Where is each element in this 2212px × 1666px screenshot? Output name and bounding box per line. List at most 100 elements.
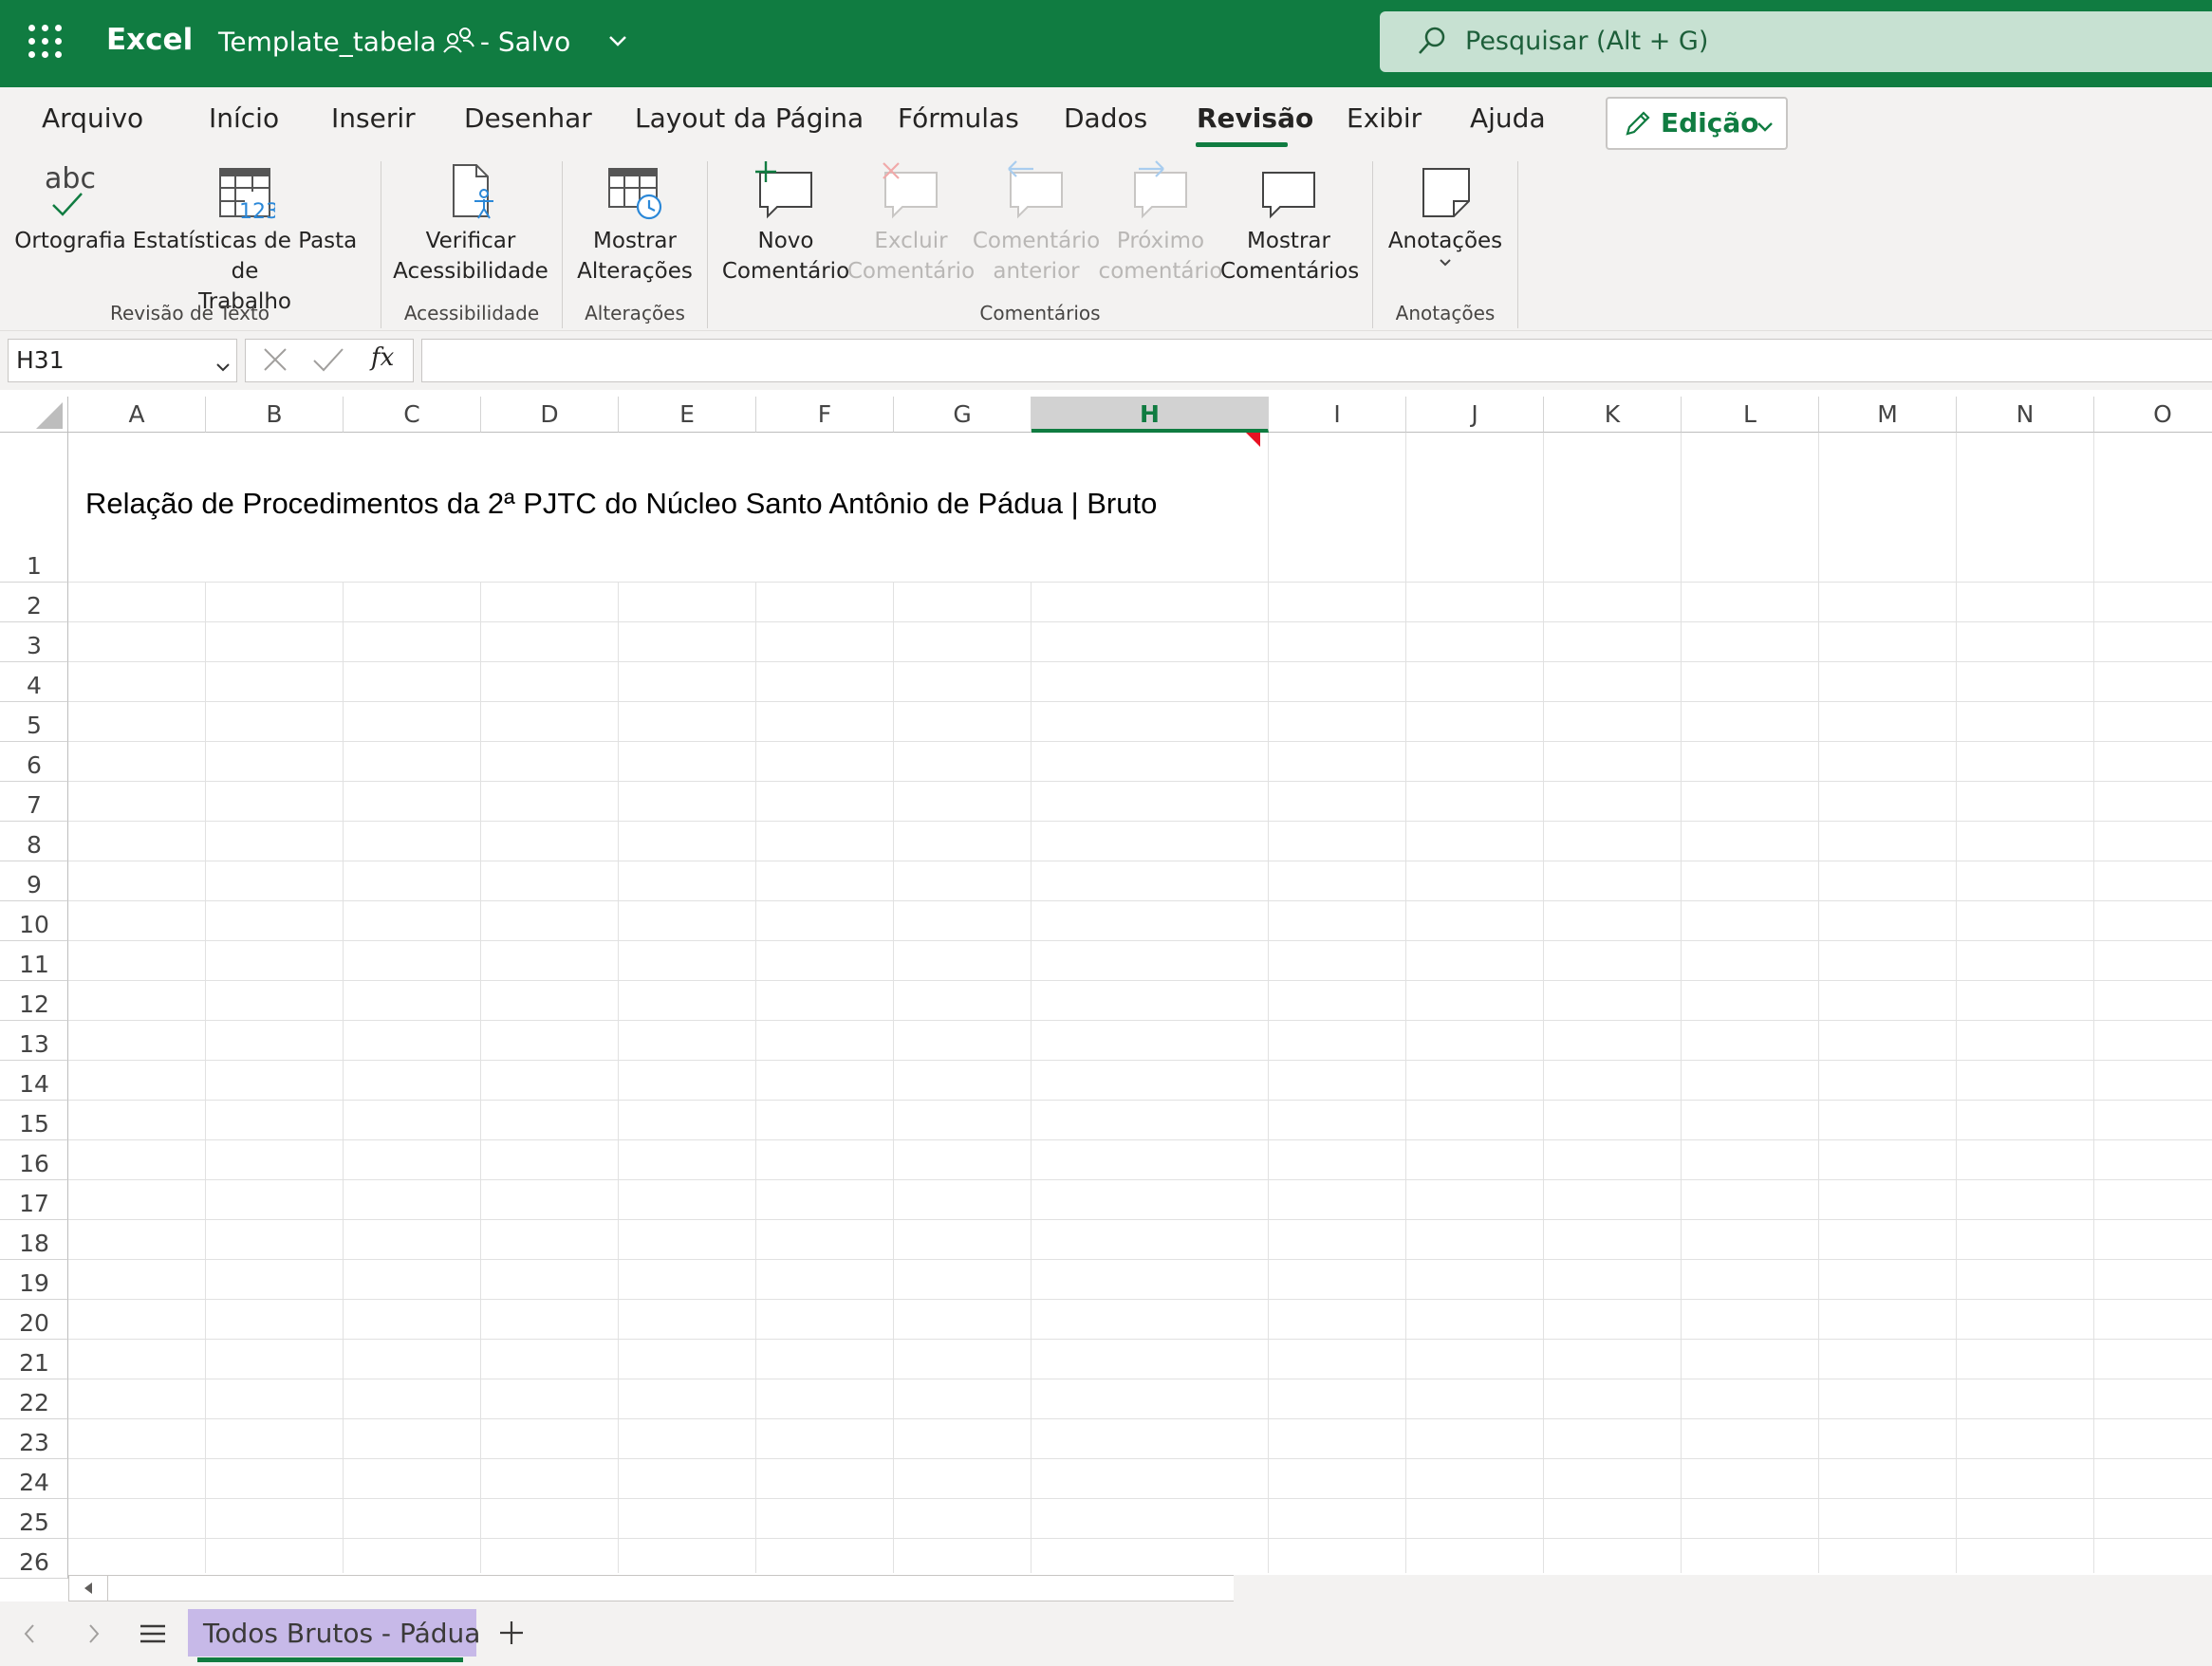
scroll-left-icon[interactable] [69,1576,108,1601]
row-header-label: 11 [19,951,49,978]
column-header-c[interactable]: C [344,397,481,433]
row-header-label: 7 [27,791,42,819]
show-comments-button[interactable]: Mostrar Comentários [1220,159,1359,287]
row-header-18[interactable]: 18 [0,1220,68,1260]
chevron-right-icon[interactable] [82,1622,104,1649]
tab-formulas[interactable]: Fórmulas [898,102,1019,134]
row-header-12[interactable]: 12 [0,981,68,1021]
column-header-j[interactable]: J [1406,397,1544,433]
row-header-13[interactable]: 13 [0,1021,68,1061]
gridline-vertical [343,433,344,1573]
row-header-11[interactable]: 11 [0,941,68,981]
merged-title-cell[interactable]: Relação de Procedimentos da 2ª PJTC do N… [68,433,1260,582]
formula-input[interactable] [421,339,2212,382]
column-header-m[interactable]: M [1819,397,1957,433]
row-header-21[interactable]: 21 [0,1340,68,1379]
next-comment-button[interactable]: Próximo comentário [1097,159,1224,287]
row-header-20[interactable]: 20 [0,1300,68,1340]
previous-comment-button[interactable]: Comentário anterior [972,159,1101,287]
app-launcher-icon[interactable] [27,23,65,61]
row-header-3[interactable]: 3 [0,622,68,662]
group-label-accessibility: Acessibilidade [403,302,540,324]
row-header-26[interactable]: 26 [0,1539,68,1579]
row-header-7[interactable]: 7 [0,782,68,822]
new-comment-label-1: Novo [757,229,814,253]
column-header-e[interactable]: E [619,397,756,433]
workbook-statistics-button[interactable]: 123 Estatísticas de Pasta de Trabalho [125,159,364,317]
sheet-tab-todos-brutos[interactable]: Todos Brutos - Pádua [188,1609,480,1662]
tab-revisao[interactable]: Revisão [1197,102,1313,134]
row-header-22[interactable]: 22 [0,1379,68,1419]
row-header-4[interactable]: 4 [0,662,68,702]
tab-inicio[interactable]: Início [209,102,279,134]
row-header-17[interactable]: 17 [0,1180,68,1220]
gridline-horizontal [68,1418,2212,1419]
column-header-l[interactable]: L [1682,397,1819,433]
workbook-statistics-icon: 123 [219,168,275,222]
row-header-1[interactable]: 1 [0,433,68,583]
column-header-f[interactable]: F [756,397,894,433]
column-header-o[interactable]: O [2094,397,2212,433]
horizontal-scrollbar[interactable] [68,1575,1236,1601]
column-header-a[interactable]: A [68,397,206,433]
add-sheet-icon[interactable] [497,1617,526,1656]
column-header-n[interactable]: N [1957,397,2094,433]
row-header-15[interactable]: 15 [0,1101,68,1140]
spelling-icon: abc [45,162,96,216]
chevron-down-icon[interactable] [215,353,231,380]
tab-layout[interactable]: Layout da Página [635,102,864,134]
delete-comment-label-2: Comentário [846,259,976,284]
delete-comment-button[interactable]: Excluir Comentário [845,159,977,287]
gridline-vertical [205,433,206,1573]
all-sheets-icon[interactable] [139,1622,167,1649]
workbook-statistics-icon-text: 123 [239,200,275,222]
column-header-b[interactable]: B [206,397,344,433]
tab-desenhar[interactable]: Desenhar [464,102,592,134]
row-header-6[interactable]: 6 [0,742,68,782]
row-header-16[interactable]: 16 [0,1140,68,1180]
row-header-10[interactable]: 10 [0,901,68,941]
row-header-25[interactable]: 25 [0,1499,68,1539]
row-header-2[interactable]: 2 [0,583,68,622]
select-all-corner[interactable] [0,397,68,433]
cancel-icon[interactable] [261,345,289,378]
column-header-h[interactable]: H [1032,397,1269,433]
new-comment-button[interactable]: Novo Comentário [719,159,852,287]
row-header-5[interactable]: 5 [0,702,68,742]
row-header-label: 13 [19,1030,49,1058]
row-header-19[interactable]: 19 [0,1260,68,1300]
document-title[interactable]: Template_tabela - Salvo [218,26,570,61]
tab-dados[interactable]: Dados [1064,102,1147,134]
gridline-vertical [1543,433,1544,1573]
row-header-8[interactable]: 8 [0,822,68,861]
check-accessibility-button[interactable]: Verificar Acessibilidade [391,159,550,287]
column-header-d[interactable]: D [481,397,619,433]
spelling-label: Ortografia [14,229,126,253]
row-header-9[interactable]: 9 [0,861,68,901]
tab-exibir[interactable]: Exibir [1347,102,1422,134]
column-header-i[interactable]: I [1269,397,1406,433]
editing-mode-button[interactable]: Edição [1606,97,1788,150]
name-box[interactable]: H31 [8,339,237,382]
insert-function-icon[interactable]: fx [371,343,394,372]
search-input[interactable]: Pesquisar (Alt + G) [1380,11,2212,72]
next-comment-label-1: Próximo [1116,229,1205,253]
confirm-icon[interactable] [312,345,344,378]
app-name[interactable]: Excel [106,23,193,57]
column-header-g[interactable]: G [894,397,1032,433]
tab-arquivo[interactable]: Arquivo [42,102,143,134]
show-changes-button[interactable]: Mostrar Alterações [571,159,698,287]
notes-button[interactable]: Anotações [1384,159,1507,273]
accessibility-icon [453,164,493,219]
spelling-button[interactable]: abc Ortografia [13,159,127,256]
tab-inserir[interactable]: Inserir [331,102,416,134]
chevron-left-icon[interactable] [19,1622,42,1649]
comment-indicator[interactable] [1246,433,1260,447]
cells-area[interactable] [68,433,2212,1579]
row-header-14[interactable]: 14 [0,1061,68,1101]
chevron-down-icon[interactable] [607,30,628,55]
column-header-k[interactable]: K [1544,397,1682,433]
row-header-23[interactable]: 23 [0,1419,68,1459]
tab-ajuda[interactable]: Ajuda [1470,102,1546,134]
row-header-24[interactable]: 24 [0,1459,68,1499]
